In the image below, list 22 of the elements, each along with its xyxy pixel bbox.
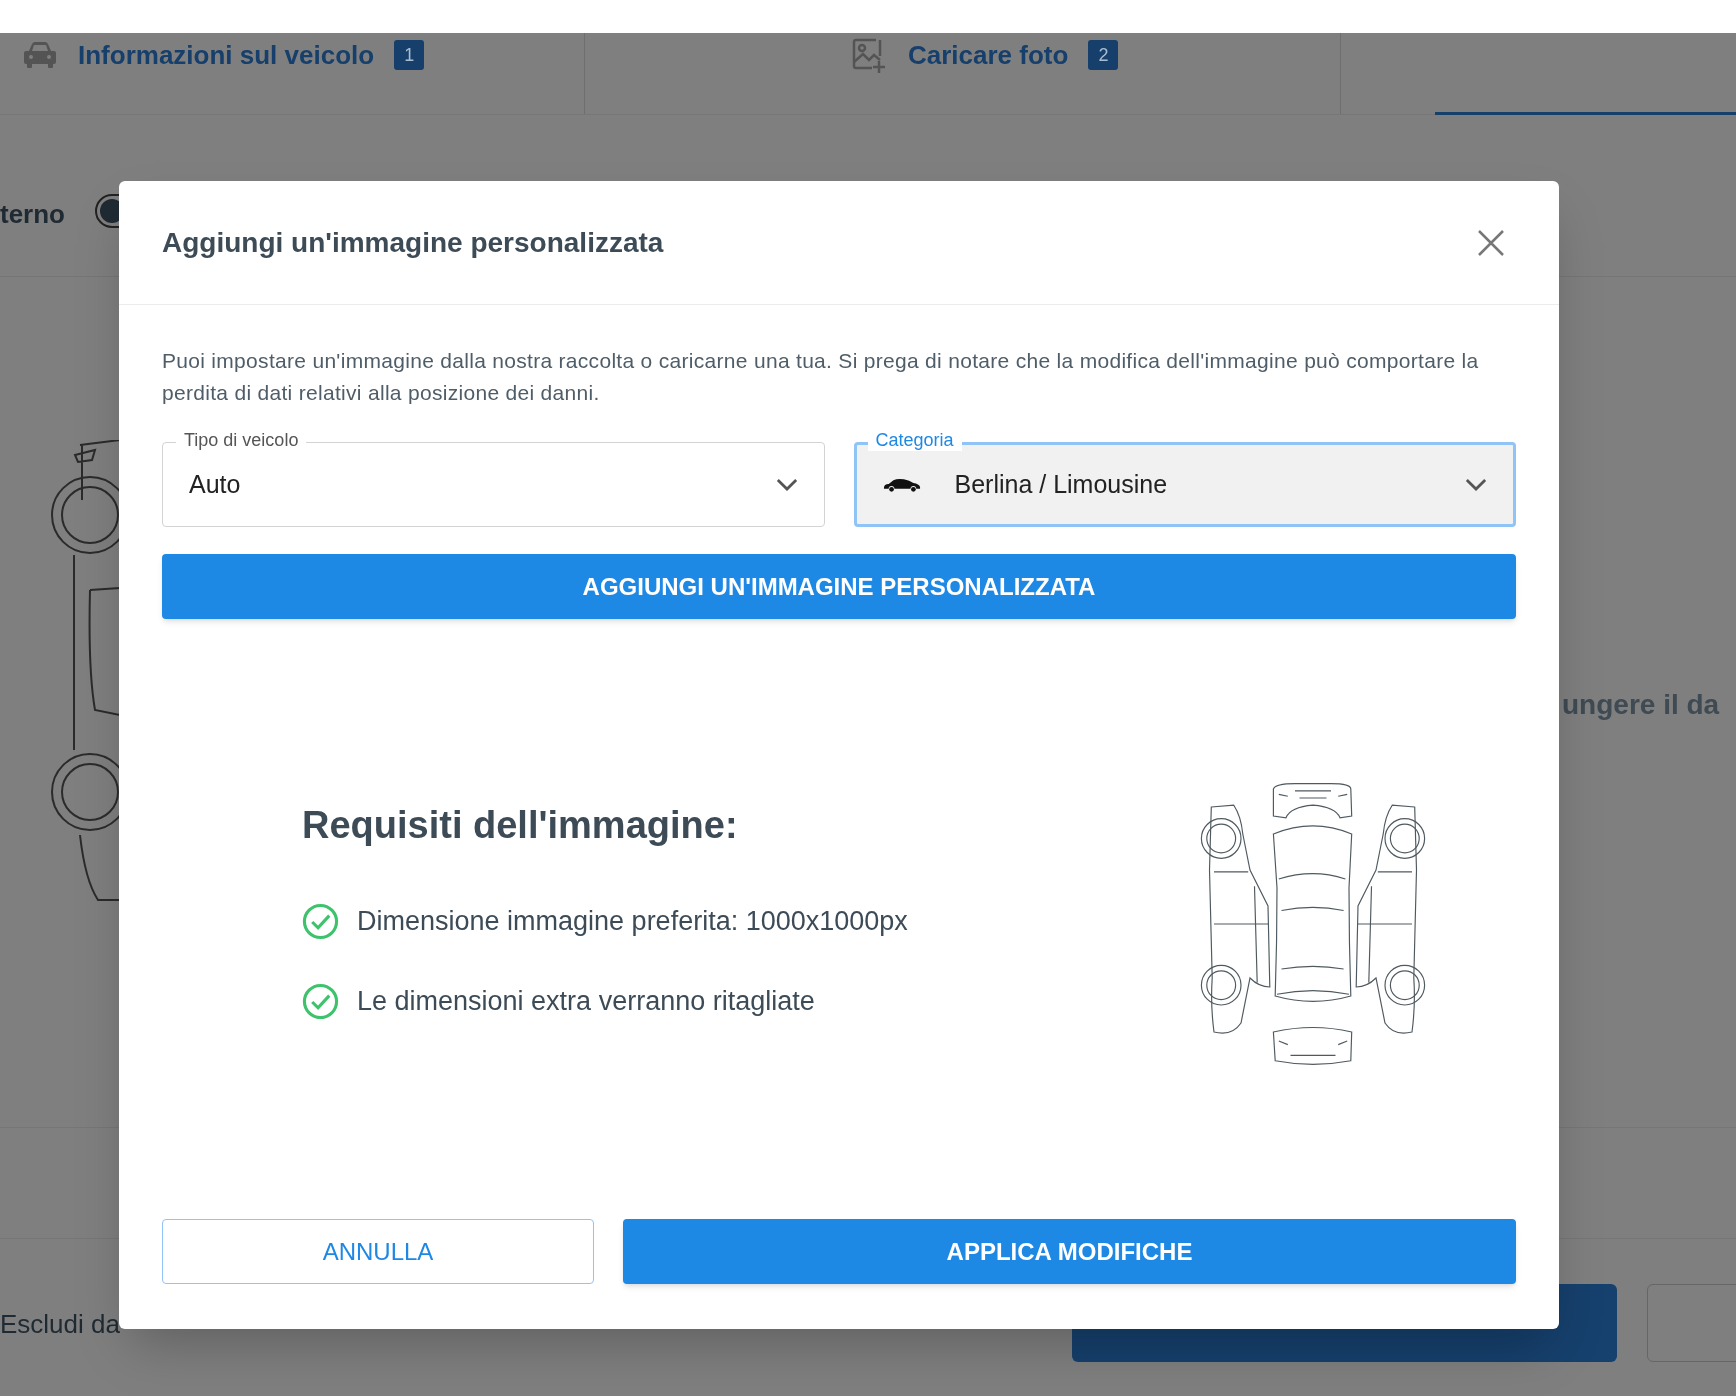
description-text: Puoi impostare un'immagine dalla nostra raccolta o caricarne una tua. Si prega di notare che la modifica dell'immagine può comportare la perdita di dati relativi alla posizione dei danni. [162, 348, 1480, 406]
tab[interactable]: Informazioni sul veicolo 1 [22, 33, 425, 80]
section-label: terno [0, 198, 65, 231]
add-image-button[interactable]: AGGIUNGI UN'IMMAGINE PERSONALIZZATA [162, 554, 1516, 619]
tab[interactable]: Caricare foto 2 [850, 33, 1119, 80]
chevron-down-icon [775, 478, 798, 491]
image-add-icon [850, 36, 888, 74]
cancel-button[interactable]: ANNULLA [162, 1219, 594, 1284]
requirement-text: Dimensione immagine preferita: 1000x1000px [357, 905, 908, 939]
apply-button[interactable]: APPLICA MODIFICHE [623, 1219, 1516, 1284]
car-icon [882, 476, 921, 493]
dialog-title: Aggiungi un'immagine personalizzata [162, 225, 664, 260]
background-text: ungere il da [1562, 688, 1720, 722]
tab-badge: 1 [394, 40, 425, 70]
requirement-text: Le dimensioni extra verranno ritagliate [357, 985, 815, 1019]
tab-badge: 2 [1088, 40, 1119, 70]
chevron-down-icon [1465, 478, 1487, 491]
car-icon [22, 41, 58, 69]
check-circle-icon [302, 903, 339, 940]
field-label: Escludi da [0, 1308, 120, 1341]
requirements-title: Requisiti dell'immagine: [302, 802, 739, 848]
check-circle-icon [302, 983, 339, 1020]
